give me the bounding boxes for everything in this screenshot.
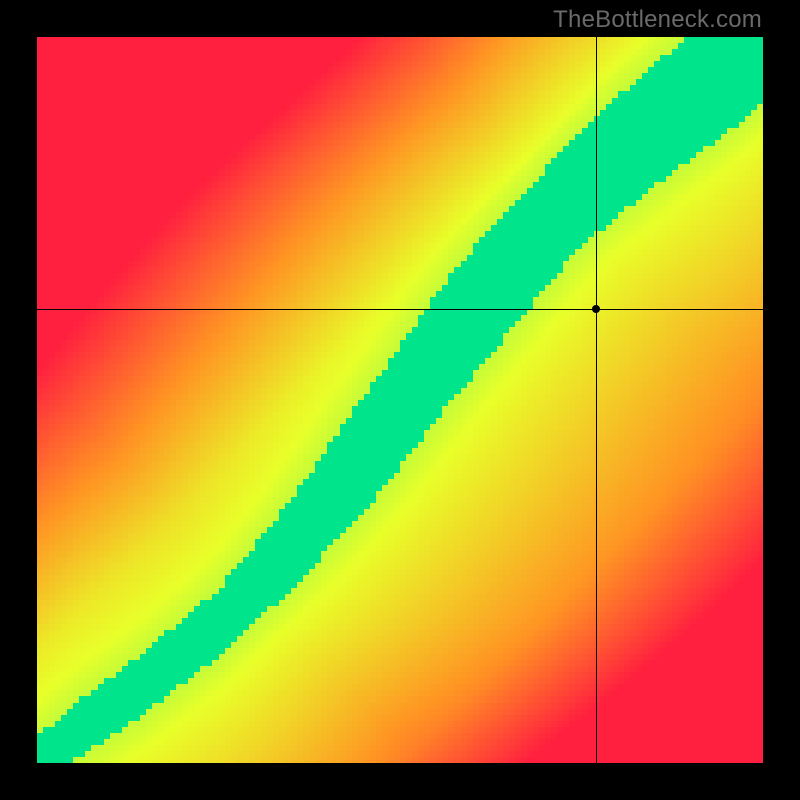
- marker-dot: [592, 305, 600, 313]
- crosshair-horizontal: [37, 309, 763, 310]
- heatmap-canvas: [37, 37, 763, 763]
- watermark-text: TheBottleneck.com: [553, 6, 762, 34]
- chart-frame: TheBottleneck.com: [0, 0, 800, 800]
- heatmap-plot: [37, 37, 763, 763]
- crosshair-vertical: [596, 37, 597, 763]
